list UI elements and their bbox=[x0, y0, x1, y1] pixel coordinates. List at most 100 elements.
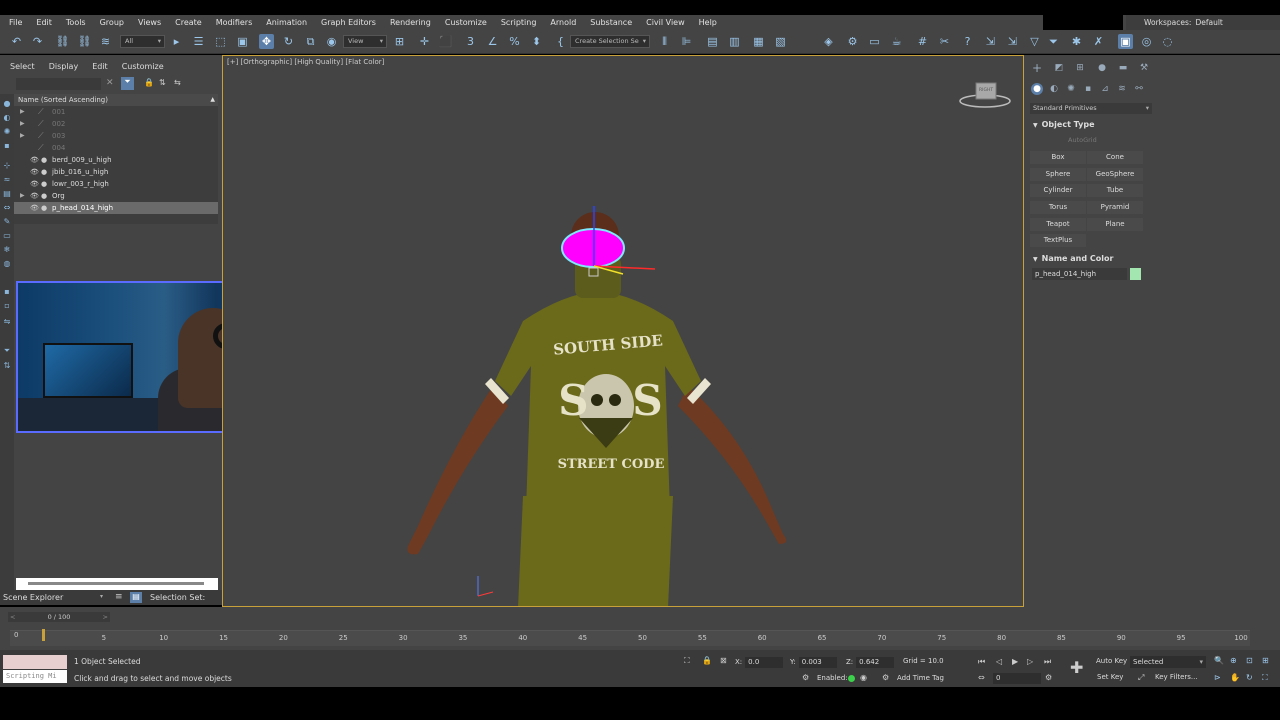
tree-row[interactable]: ▶ ⟋ 001 bbox=[14, 106, 218, 118]
previous-frame-icon[interactable]: < bbox=[10, 612, 15, 622]
object-type-rollout[interactable]: ▼ Object Type bbox=[1033, 120, 1095, 129]
curve-editor-icon[interactable]: ▦ bbox=[751, 34, 766, 49]
camera-filter-icon[interactable]: ▪ bbox=[2, 140, 12, 150]
percent-snap-icon[interactable]: % bbox=[507, 34, 522, 49]
scene-explorer-scrollbar[interactable] bbox=[16, 578, 218, 590]
sphere-button[interactable]: Sphere bbox=[1030, 168, 1086, 181]
sort-icon[interactable]: ⇅ bbox=[2, 360, 12, 370]
menu-civil-view[interactable]: Civil View bbox=[639, 18, 692, 27]
shapes-icon[interactable]: ◐ bbox=[1048, 83, 1060, 95]
tree-row[interactable]: 👁 ● lowr_003_r_high bbox=[14, 178, 218, 190]
menu-create[interactable]: Create bbox=[168, 18, 209, 27]
place-icon[interactable]: ◉ bbox=[324, 34, 339, 49]
bind-space-warp-icon[interactable]: ≋ bbox=[98, 34, 113, 49]
hierarchy-mode-icon[interactable]: ▤ bbox=[130, 592, 142, 603]
render-production-icon[interactable]: ☕ bbox=[889, 34, 904, 49]
hidden-filter-icon[interactable]: ◍ bbox=[2, 258, 12, 268]
undo-icon[interactable]: ↶ bbox=[9, 34, 24, 49]
chevron-down-icon[interactable]: ▾ bbox=[100, 593, 103, 600]
tube-button[interactable]: Tube bbox=[1087, 184, 1143, 197]
keyboard-shortcut-icon[interactable]: ⬛ bbox=[438, 34, 453, 49]
next-key-icon[interactable]: ▷ bbox=[1027, 657, 1033, 666]
help-icon[interactable]: ? bbox=[960, 34, 975, 49]
arnold-icon[interactable]: # bbox=[915, 34, 930, 49]
container-filter-icon[interactable]: ▭ bbox=[2, 230, 12, 240]
menu-edit[interactable]: Edit bbox=[29, 18, 59, 27]
visibility-eye-icon[interactable]: 👁 bbox=[30, 154, 39, 166]
modify-tab-icon[interactable]: ◩ bbox=[1053, 62, 1065, 74]
arnold-render-icon[interactable]: ✂ bbox=[937, 34, 952, 49]
menu-rendering[interactable]: Rendering bbox=[383, 18, 438, 27]
current-frame-field[interactable]: 0 bbox=[993, 673, 1041, 684]
visibility-eye-icon[interactable]: 👁 bbox=[30, 166, 39, 178]
zoom-extents-icon[interactable]: ⊡ bbox=[1246, 656, 1253, 665]
viewport-label[interactable]: [+] [Orthographic] [High Quality] [Flat … bbox=[227, 58, 384, 66]
tree-row[interactable]: ▶ ⟋ 002 bbox=[14, 118, 218, 130]
spacewarp-filter-icon[interactable]: ≈ bbox=[2, 174, 12, 184]
menu-scripting[interactable]: Scripting bbox=[494, 18, 544, 27]
add-time-tag[interactable]: Add Time Tag bbox=[897, 674, 944, 682]
cameras-icon[interactable]: ▪ bbox=[1082, 83, 1094, 95]
workspace-selector[interactable]: Workspaces: Default bbox=[1126, 15, 1280, 30]
z-value-field[interactable]: 0.642 bbox=[856, 657, 895, 668]
tree-row[interactable]: 👁 ● jbib_016_u_high bbox=[14, 166, 218, 178]
layer-icon[interactable]: ⇆ bbox=[174, 78, 181, 87]
expand-icon[interactable]: ▶ bbox=[20, 106, 25, 118]
zoom-all-icon[interactable]: ⊕ bbox=[1230, 656, 1237, 665]
torus-button[interactable]: Torus bbox=[1030, 201, 1086, 214]
name-and-color-rollout[interactable]: ▼ Name and Color bbox=[1033, 254, 1113, 263]
cone-button[interactable]: Cone bbox=[1087, 151, 1143, 164]
menu-help[interactable]: Help bbox=[692, 18, 724, 27]
default-tangent-icon[interactable]: ⤢ bbox=[1138, 673, 1144, 683]
select-object-icon[interactable]: ▸ bbox=[169, 34, 184, 49]
material-editor-icon[interactable]: ◈ bbox=[821, 34, 836, 49]
shape-filter-icon[interactable]: ◐ bbox=[2, 112, 12, 122]
visibility-eye-icon[interactable]: 👁 bbox=[30, 178, 39, 190]
tree-row[interactable]: ⟋ 004 bbox=[14, 142, 218, 154]
reference-coordinate-dropdown[interactable]: View bbox=[343, 35, 387, 48]
time-config-icon[interactable]: ⚙ bbox=[1045, 673, 1052, 682]
viewcube[interactable]: RIGHT bbox=[959, 80, 1011, 110]
pan-view-icon[interactable]: ✋ bbox=[1230, 673, 1240, 682]
workspace-value[interactable]: Default bbox=[1195, 18, 1222, 27]
maxscript-mini-listener[interactable] bbox=[3, 655, 67, 669]
light-filter-icon[interactable]: ✺ bbox=[2, 126, 12, 136]
menu-arnold[interactable]: Arnold bbox=[543, 18, 583, 27]
menu-tools[interactable]: Tools bbox=[59, 18, 93, 27]
selection-filter-dropdown[interactable]: All bbox=[120, 35, 165, 48]
plane-button[interactable]: Plane bbox=[1087, 218, 1143, 231]
funnel-icon[interactable]: ⏷ bbox=[1046, 34, 1061, 49]
spacewarps-icon[interactable]: ≋ bbox=[1116, 83, 1128, 95]
teapot-button[interactable]: Teapot bbox=[1030, 218, 1086, 231]
schematic-view-icon[interactable]: ▧ bbox=[773, 34, 788, 49]
time-tag-icon[interactable]: ◉ bbox=[860, 673, 867, 682]
hierarchy-icon[interactable]: ⇅ bbox=[159, 78, 166, 87]
xref-filter-icon[interactable]: ⇔ bbox=[2, 202, 12, 212]
menu-customize[interactable]: Customize bbox=[438, 18, 494, 27]
tree-row[interactable]: ▶ 👁 ● Org bbox=[14, 190, 218, 202]
frozen-filter-icon[interactable]: ❄ bbox=[2, 244, 12, 254]
visibility-eye-icon[interactable]: 👁 bbox=[30, 190, 39, 202]
helpers-icon[interactable]: ⊿ bbox=[1099, 83, 1111, 95]
menu-animation[interactable]: Animation bbox=[259, 18, 314, 27]
key-mode-icon[interactable]: ⇔ bbox=[978, 673, 985, 682]
tab-edit[interactable]: Edit bbox=[85, 60, 115, 74]
menu-group[interactable]: Group bbox=[93, 18, 131, 27]
tab-select[interactable]: Select bbox=[0, 60, 42, 74]
perspective-viewport[interactable]: SOUTH SIDE S S STREET CODE bbox=[222, 55, 1024, 607]
lights-icon[interactable]: ✺ bbox=[1065, 83, 1077, 95]
render-setup-icon[interactable]: ⚙ bbox=[845, 34, 860, 49]
snaps-toggle-icon[interactable]: 3 bbox=[463, 34, 478, 49]
named-selection-dropdown[interactable]: Create Selection Se bbox=[570, 35, 650, 48]
rectangular-selection-icon[interactable]: ⬚ bbox=[213, 34, 228, 49]
autogrid-checkbox[interactable]: AutoGrid bbox=[1068, 136, 1097, 144]
close-tools-icon[interactable]: ✗ bbox=[1091, 34, 1106, 49]
menu-views[interactable]: Views bbox=[131, 18, 168, 27]
geometry-filter-icon[interactable]: ● bbox=[2, 98, 12, 108]
field-of-view-icon[interactable]: ⊳ bbox=[1214, 673, 1221, 682]
set-key-big-icon[interactable]: ✚ bbox=[1070, 658, 1083, 677]
maximize-viewport-icon[interactable]: ⛶ bbox=[1262, 673, 1268, 683]
pyramid-button[interactable]: Pyramid bbox=[1087, 201, 1143, 214]
playhead[interactable] bbox=[42, 629, 45, 641]
adaptive-degradation-icon[interactable]: ⚙ bbox=[802, 673, 809, 682]
